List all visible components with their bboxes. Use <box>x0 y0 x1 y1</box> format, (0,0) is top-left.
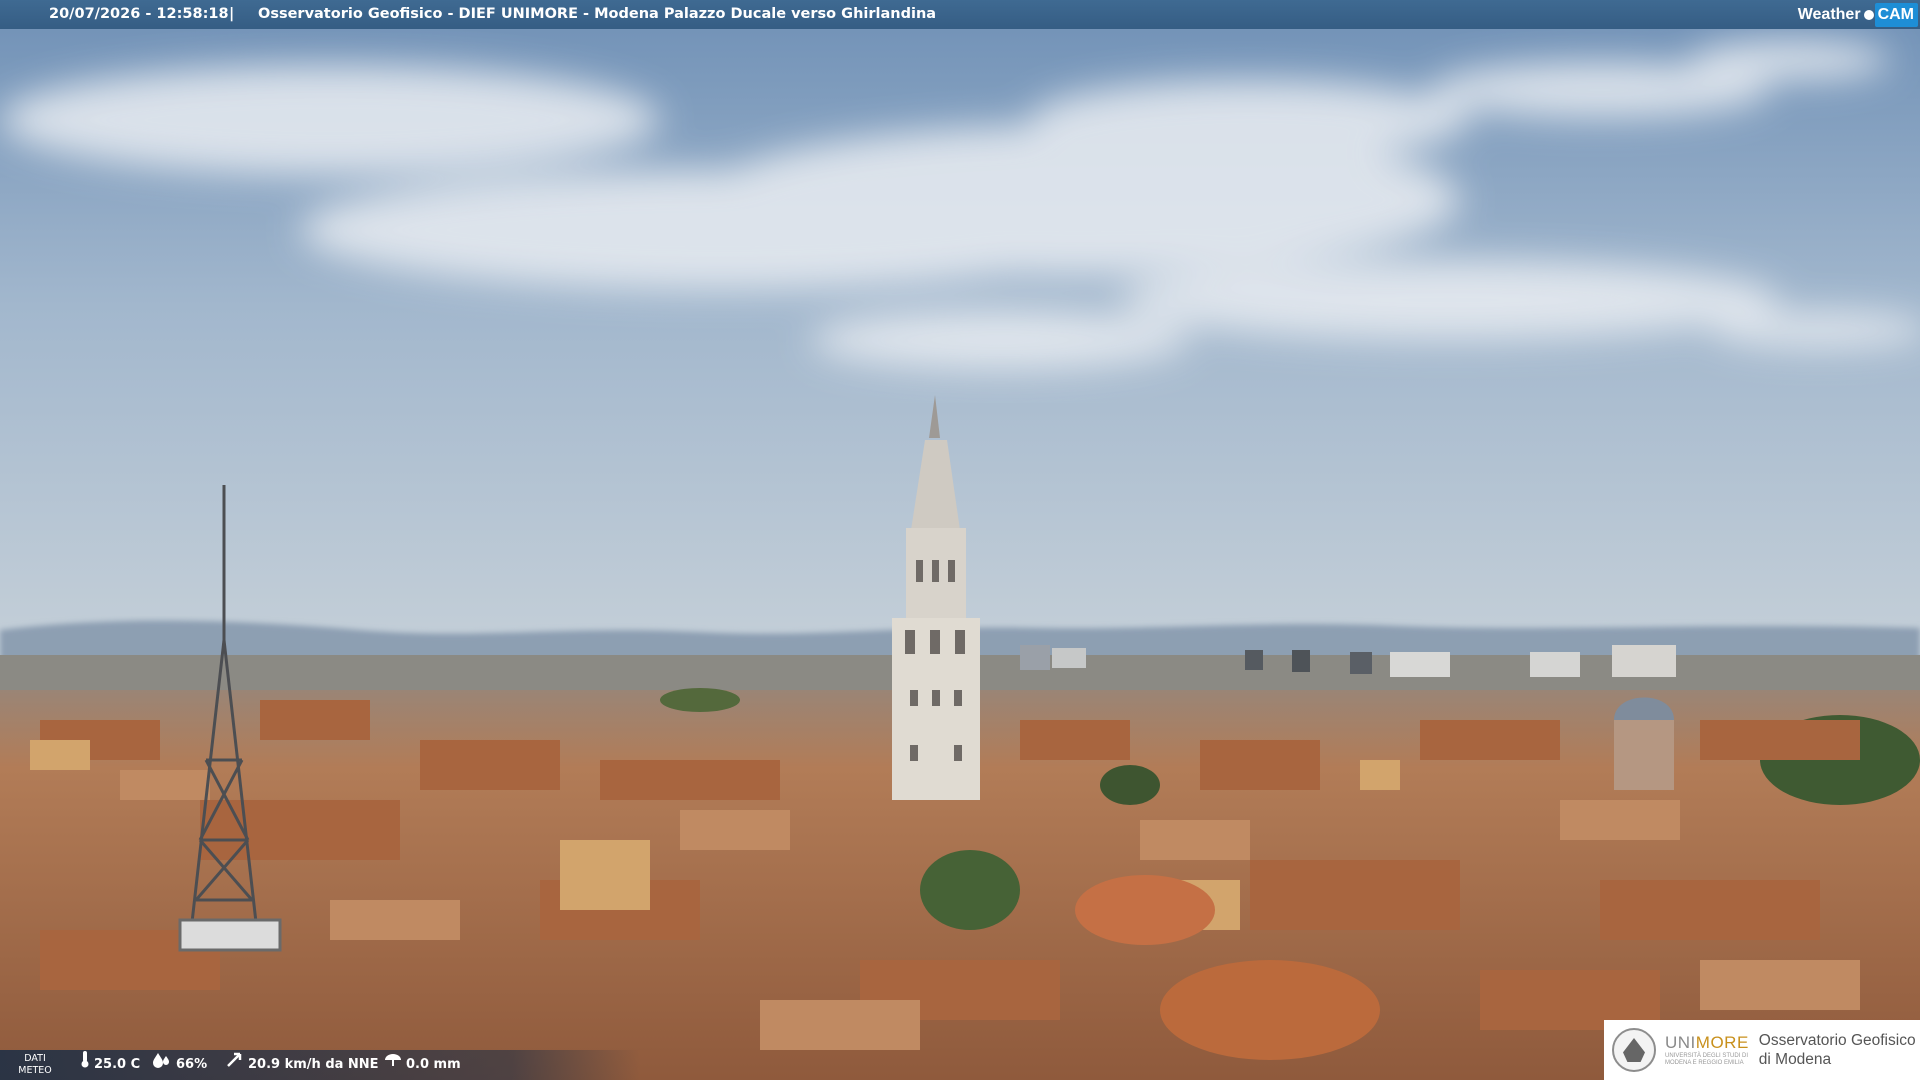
uni-suffix: MORE <box>1695 1033 1749 1052</box>
university-seal-icon <box>1612 1028 1656 1072</box>
thermometer-icon <box>80 1050 90 1080</box>
rain-readout: 0.0 mm <box>384 1050 461 1080</box>
weather-label-line1: DATI <box>24 1053 46 1064</box>
rain-value: 0.0 mm <box>406 1057 461 1072</box>
humidity-value: 66% <box>176 1057 208 1072</box>
weather-data-strip: DATI METEO 25.0 C 66% 20.9 km/h da NNE 0… <box>0 1050 640 1080</box>
wind-value: 20.9 km/h da NNE <box>248 1057 379 1072</box>
header-separator: | <box>229 6 235 22</box>
weathercam-logo: Weather CAM <box>1798 0 1920 29</box>
wind-readout: 20.9 km/h da NNE <box>226 1050 379 1080</box>
uni-subtitle-1: UNIVERSITÀ DEGLI STUDI DI <box>1665 1053 1749 1059</box>
observatory-line2: di Modena <box>1758 1051 1832 1068</box>
uni-subtitle-2: MODENA E REGGIO EMILIA <box>1665 1060 1744 1066</box>
brand-cam: CAM <box>1874 2 1918 27</box>
observatory-name: Osservatorio Geofisico di Modena <box>1759 1031 1916 1069</box>
camera-title: Osservatorio Geofisico - DIEF UNIMORE - … <box>258 6 937 22</box>
brand-dot-icon <box>1863 9 1874 20</box>
weather-label: DATI METEO <box>14 1053 56 1077</box>
humidity-icon <box>152 1050 172 1080</box>
timestamp: 20/07/2026 - 12:58:18 <box>49 6 229 22</box>
brand-weather: Weather <box>1797 6 1861 23</box>
wind-icon <box>226 1050 244 1080</box>
unimore-wordmark: UNIMORE UNIVERSITÀ DEGLI STUDI DI MODENA… <box>1665 1033 1749 1067</box>
temperature-value: 25.0 C <box>94 1057 141 1072</box>
webcam-photo <box>0 0 1920 1080</box>
observatory-line1: Osservatorio Geofisico <box>1758 1032 1916 1049</box>
weather-label-line2: METEO <box>18 1065 52 1076</box>
temperature-readout: 25.0 C <box>80 1050 140 1080</box>
header-bar: 20/07/2026 - 12:58:18 | Osservatorio Geo… <box>0 0 1920 29</box>
rain-icon <box>384 1050 402 1080</box>
humidity-readout: 66% <box>152 1050 207 1080</box>
uni-prefix: UNI <box>1665 1033 1696 1052</box>
unimore-logo: UNIMORE UNIVERSITÀ DEGLI STUDI DI MODENA… <box>1604 1020 1920 1080</box>
